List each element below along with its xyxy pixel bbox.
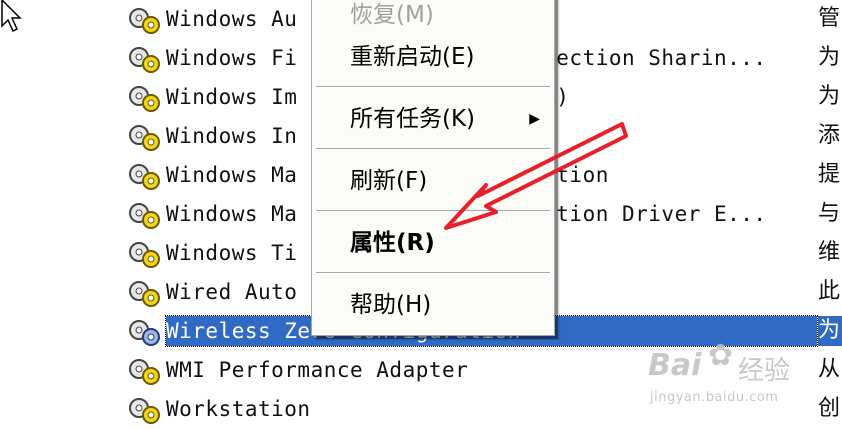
gears-icon (129, 281, 160, 307)
menu-item-all-tasks[interactable]: 所有任务(K) ▶ (312, 99, 554, 139)
submenu-arrow-icon: ▶ (529, 111, 540, 127)
service-name: Wired Auto (166, 280, 298, 304)
menu-item-help[interactable]: 帮助(H) (312, 285, 554, 325)
gears-icon (129, 164, 160, 190)
watermark-brand: Bai (648, 348, 702, 383)
menu-item-properties[interactable]: 属性(R) (312, 223, 554, 263)
service-name: Windows In (166, 124, 298, 148)
menu-item-all-tasks-label: 所有任务(K) (350, 106, 476, 132)
watermark-brand-cn: 经验 (738, 356, 791, 386)
watermark-url: jingyan.baidu.com (650, 390, 779, 405)
gears-icon (129, 86, 160, 112)
menu-item-refresh[interactable]: 刷新(F) (312, 161, 554, 201)
gears-icon (129, 125, 160, 151)
service-name: Windows Fi (166, 46, 298, 70)
paw-icon: ✿ (708, 338, 734, 373)
service-name: Workstation (166, 397, 311, 421)
service-description-cell: 管 (818, 6, 841, 31)
service-name: Windows Im (166, 85, 298, 109)
service-description-cell: 为 (818, 45, 841, 70)
gears-icon (129, 47, 160, 73)
service-description-cell: 与 (818, 201, 841, 226)
menu-item-restart[interactable]: 重新启动(E) (312, 37, 554, 77)
gears-icon (129, 8, 160, 34)
service-name: Windows Ma (166, 202, 298, 226)
service-name: Windows Au (166, 7, 298, 31)
service-name: Windows Ma (166, 163, 298, 187)
baidu-watermark: Bai ✿ 经验 jingyan.baidu.com (648, 338, 828, 418)
service-description-cell: 此 (818, 279, 841, 304)
context-menu: 恢复(M) 重新启动(E) 所有任务(K) ▶ 刷新(F) 属性(R) 帮助(H… (311, 0, 555, 336)
gears-icon (129, 398, 160, 424)
service-description-cell: 提 (818, 162, 841, 187)
gears-icon (129, 203, 160, 229)
service-description-cell: 添 (818, 123, 841, 148)
menu-separator (316, 86, 550, 88)
service-description-cell: 维 (818, 240, 841, 265)
service-name: WMI Performance Adapter (166, 358, 469, 382)
service-description: nnection Sharin... (530, 46, 767, 70)
gears-icon (129, 359, 160, 385)
service-description: tation Driver E... (530, 202, 767, 226)
service-name: Windows Ti (166, 241, 298, 265)
menu-separator (316, 272, 550, 274)
mouse-pointer-icon (1, 0, 22, 33)
menu-separator (316, 210, 550, 212)
gears-icon (129, 320, 160, 346)
gears-icon (129, 242, 160, 268)
service-description-cell: 为 (818, 84, 841, 109)
menu-separator (316, 148, 550, 150)
menu-item-restore[interactable]: 恢复(M) (312, 0, 554, 35)
